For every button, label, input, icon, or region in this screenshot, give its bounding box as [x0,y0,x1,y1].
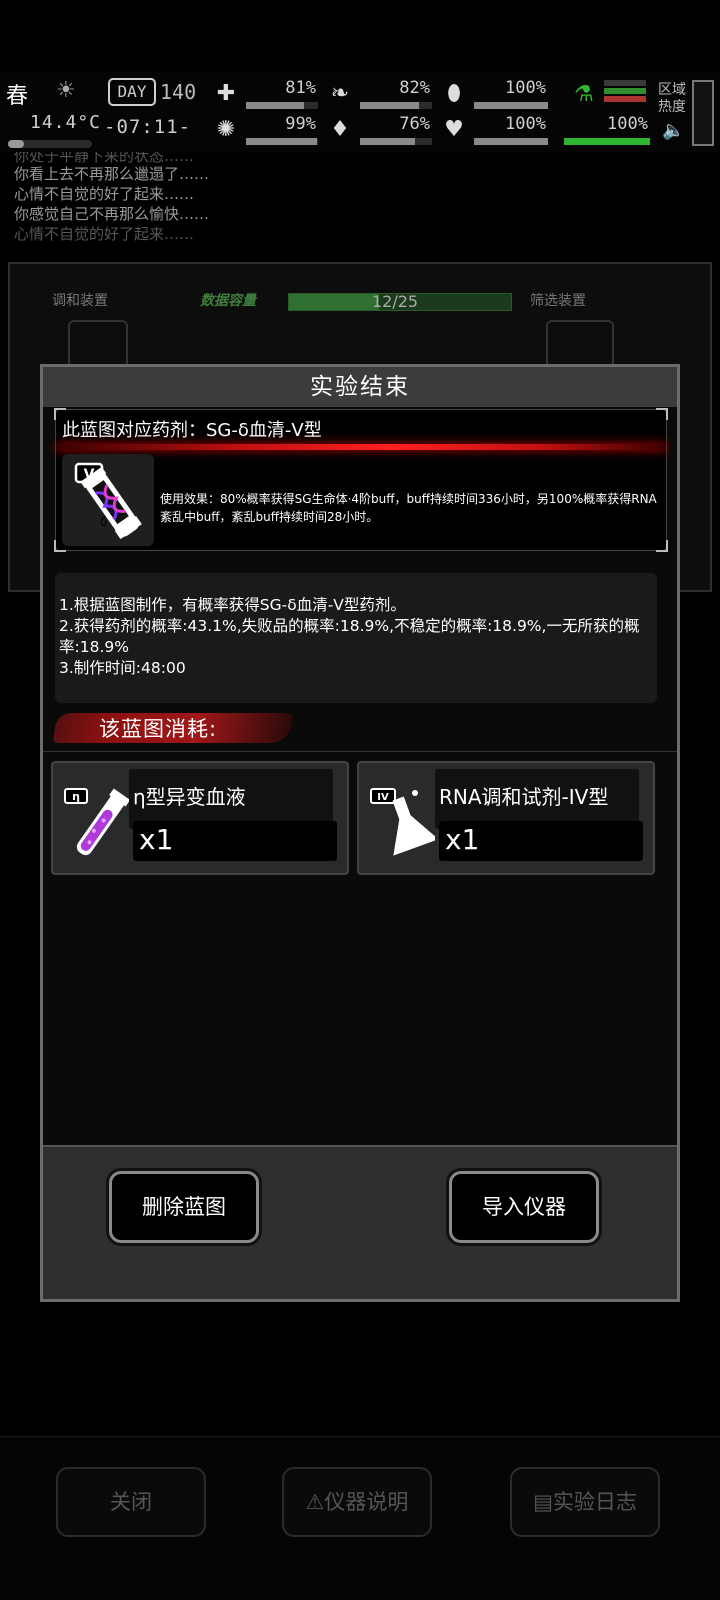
serum-vial-icon: V δ [62,454,154,546]
manual-label: 仪器说明 [324,1490,409,1514]
season-label: 春 [6,84,29,109]
info-line: 1.根据蓝图制作，有概率获得SG-δ血清-V型药剂。 [59,596,406,614]
pill-icon: ⬮ [447,81,461,106]
temperature: 14.4°C [30,112,102,133]
warning-icon: ⚠ [305,1490,325,1514]
infection-stat: 100% [560,114,652,148]
material-quantity: x1 [439,821,643,861]
health-stat: ✚ 81% [212,78,320,112]
log-line: 你看上去不再那么邋遢了…… [14,165,210,183]
production-info: 1.根据蓝图制作，有概率获得SG-δ血清-V型药剂。 2.获得药剂的概率:43.… [55,573,657,703]
left-device-title: 调和装置 [52,293,108,309]
blueprint-description: 使用效果：80%概率获得SG生命体·4阶buff，buff持续时间336小时，另… [160,492,657,524]
log-line: 心情不自觉的好了起来…… [14,185,195,203]
info-line: 2.获得药剂的概率:43.1%,失败品的概率:18.9%,不稳定的概率:18.9… [59,617,640,656]
volume-icon[interactable]: 🔈 [662,120,684,141]
dialog-title: 实验结束 [43,367,677,407]
bottom-toolbar: 关闭 ⚠仪器说明 ▤实验日志 [0,1436,720,1600]
reagent-flask-icon: IV [365,783,439,859]
region-heat-label: 区域热度 [658,82,686,115]
mixer-device-icon [68,320,128,368]
delete-blueprint-button[interactable]: 删除蓝图 [109,1171,259,1243]
sanity-stat: ✺ 99% [212,114,320,148]
info-line: 3.制作时间:48:00 [59,659,186,677]
day-number: 140 [160,80,197,104]
log-line: 你处于平静下来的状态…… [14,152,195,164]
temperature-bar [8,140,92,148]
right-device-title: 筛选装置 [530,293,586,309]
svg-text:IV: IV [377,792,389,803]
log-label: 实验日志 [552,1490,637,1514]
red-divider [56,444,666,450]
blood-tube-icon: η [59,783,131,859]
region-heat-meter [692,80,714,146]
dialog-footer: 删除蓝图 导入仪器 [43,1145,677,1299]
status-bar: 春 ☀ 14.4°C DAY 140 -07:11- ✚ 81% ❧ 82% ⬮… [0,72,720,152]
material-name: RNA调和试剂-IV型 [435,769,639,829]
mood-stat: ♥ 100% [440,114,550,148]
log-line: 你感觉自己不再那么愉快…… [14,205,210,223]
consume-section-header: 该蓝图消耗: [52,709,295,749]
svg-text:η: η [72,790,80,803]
weather-sun-icon: ☀ [56,78,76,103]
clock: -07:11- [104,116,192,138]
hunger-stat: ❧ 82% [326,78,434,112]
blueprint-card: 此蓝图对应药剂：SG-δ血清-V型 V δ 使用效果：80%概率获得SG生命体·… [54,408,668,552]
flask-icon: ⚗ [574,82,594,107]
blueprint-header: 此蓝图对应药剂：SG-δ血清-V型 [62,420,322,441]
material-quantity: x1 [133,821,337,861]
document-icon: ▤ [533,1490,553,1514]
material-slot-rna-reagent[interactable]: IV RNA调和试剂-IV型 x1 [357,761,655,875]
consume-title: 该蓝图消耗: [99,717,218,741]
experiment-result-dialog: 实验结束 此蓝图对应药剂：SG-δ血清-V型 V δ 使用效果：80%概率获得S… [40,364,680,1302]
experiment-log-button[interactable]: ▤实验日志 [510,1467,660,1537]
water-drop-icon: ♦ [330,117,350,142]
import-instrument-button[interactable]: 导入仪器 [449,1171,599,1243]
stomach-icon: ❧ [330,81,350,106]
svg-text:δ: δ [100,515,107,529]
brain-icon: ✺ [216,117,236,142]
filter-device-icon [546,320,614,368]
message-log: 你处于平静下来的状态…… 你看上去不再那么邋遢了…… 心情不自觉的好了起来…… … [14,152,414,244]
thirst-stat: ♦ 76% [326,114,434,148]
medkit-icon: ✚ [216,81,236,106]
capacity-value: 12/25 [372,292,419,311]
material-name: η型异变血液 [129,769,333,829]
heart-icon: ♥ [444,117,464,142]
log-line: 心情不自觉的好了起来…… [14,225,195,243]
instrument-manual-button[interactable]: ⚠仪器说明 [282,1467,432,1537]
close-button[interactable]: 关闭 [56,1467,206,1537]
material-slot-eta-blood[interactable]: η η型异变血液 x1 [51,761,349,875]
day-label: DAY [108,78,156,106]
medicine-stat: ⬮ 100% [440,78,550,112]
capacity-label: 数据容量 [200,293,256,309]
flag-icon [604,80,646,102]
